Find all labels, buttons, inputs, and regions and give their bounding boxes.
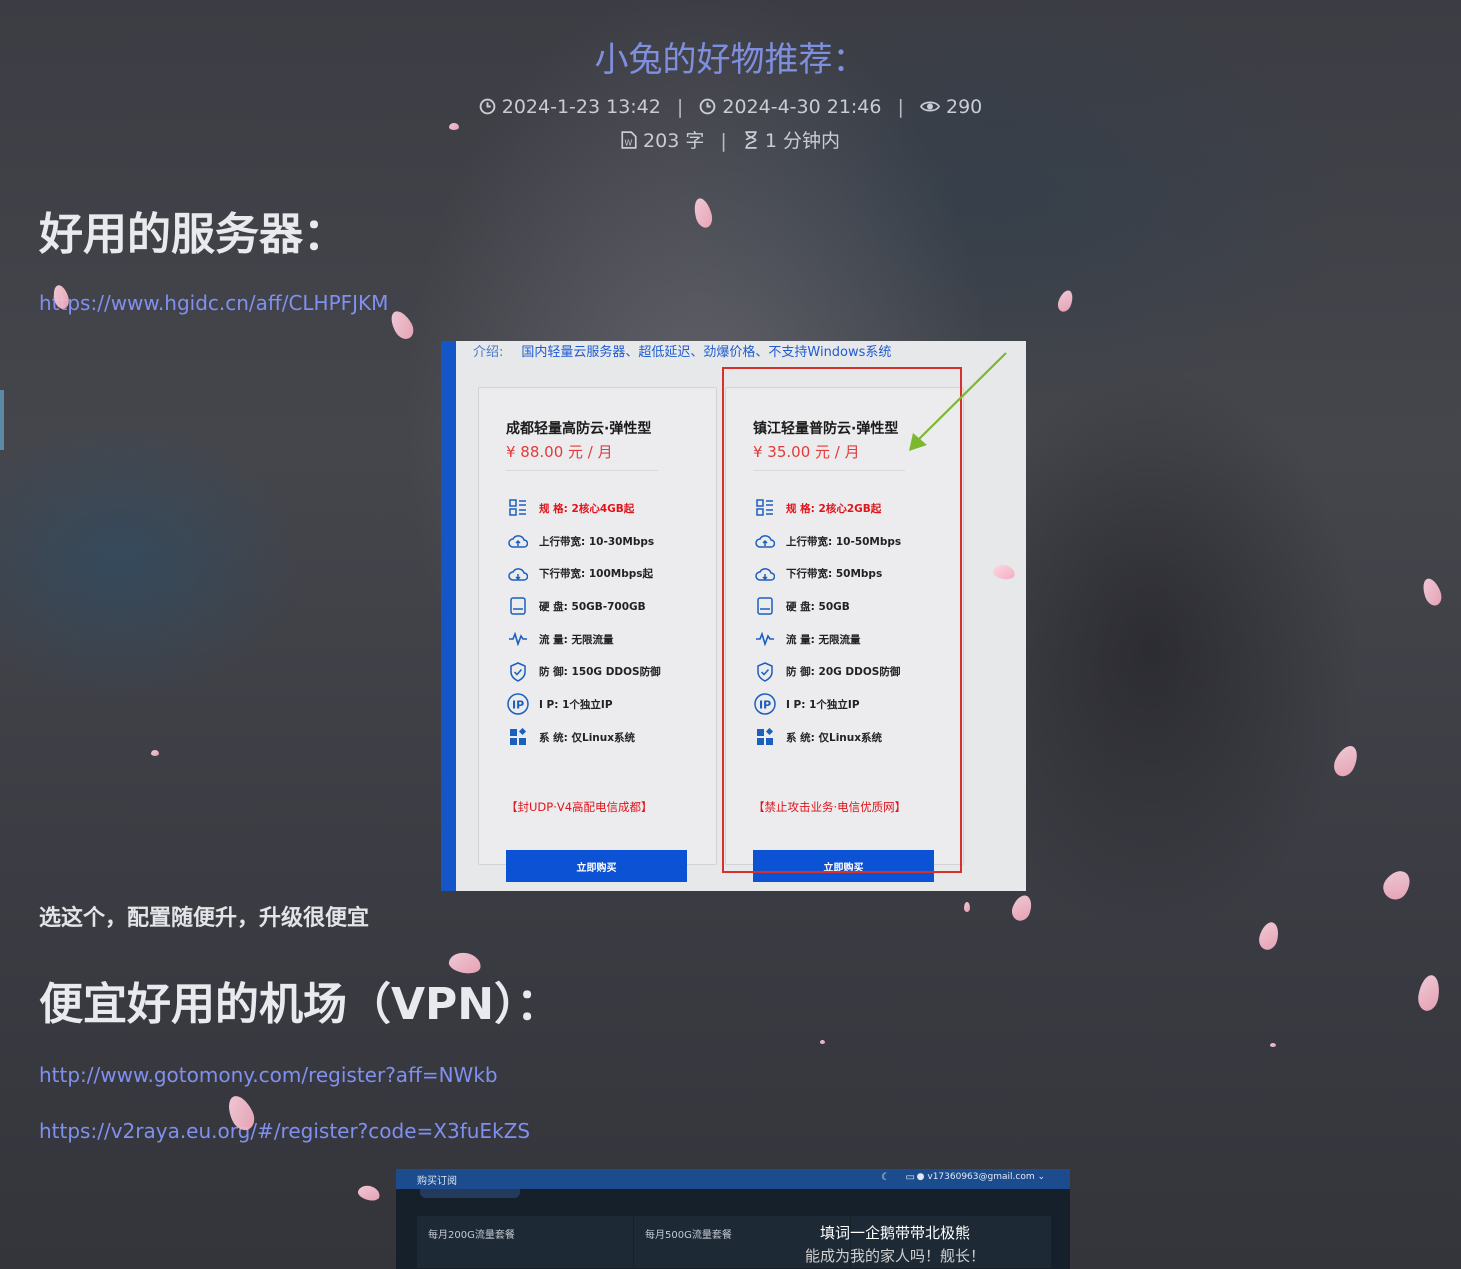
product-card-chengdu: 成都轻量高防云·弹性型 ¥ 88.00 元 / 月 规 格: 2核心4GB起 上…: [478, 387, 717, 882]
shield-icon: [507, 661, 529, 683]
tab-pill: [420, 1189, 520, 1198]
spec-text: 系 统: 仅Linux系统: [539, 731, 636, 744]
spec-list: 规 格: 2核心4GB起 上行带宽: 10-30Mbps 下行带宽: 100Mb…: [507, 492, 661, 754]
updated-date: 2024-4-30 21:46: [722, 96, 882, 118]
clock-icon: [699, 98, 716, 120]
spec-text: 规 格: 2核心4GB起: [539, 502, 635, 515]
product-price: ¥ 88.00 元 / 月: [506, 443, 613, 461]
translate-icon: ▭: [905, 1172, 915, 1183]
server-product-screenshot: 介绍: 国内轻量云服务器、超低延迟、劲爆价格、不支持Windows系统 成都轻量高…: [441, 341, 1026, 891]
word-file-icon: W: [621, 131, 637, 154]
user-email-text: v17360963@gmail.com: [927, 1172, 1035, 1182]
spec-grid-icon: [507, 497, 529, 519]
svg-text:IP: IP: [512, 699, 524, 712]
cloud-download-icon: [507, 563, 529, 585]
spec-text: 硬 盘: 50GB-700GB: [539, 600, 646, 613]
spec-row: 规 格: 2核心4GB起: [507, 492, 661, 525]
sakura-petal: [691, 196, 715, 230]
hourglass-icon: [743, 131, 759, 154]
section-heading-vpn: 便宜好用的机场（VPN）：: [39, 979, 561, 1030]
plan-name: 每月200G流量套餐: [428, 1230, 515, 1241]
apps-icon: [507, 726, 529, 748]
spec-text: 防 御: 150G DDOS防御: [539, 666, 661, 679]
plan-name: 每月500G流量套餐: [645, 1230, 732, 1241]
intro-label: 介绍:: [473, 345, 504, 360]
chat-line-2: 能成为我的家人吗！舰长！: [804, 1247, 985, 1265]
sakura-petal: [1270, 1043, 1276, 1047]
server-aff-link[interactable]: https://www.hgidc.cn/aff/CLHPFJKM: [39, 291, 388, 315]
divider: [506, 470, 658, 471]
sakura-petal: [449, 123, 459, 130]
pulse-icon: [507, 628, 529, 650]
sakura-petal: [820, 1040, 825, 1044]
disk-icon: [507, 595, 529, 617]
ip-icon: IP: [507, 693, 529, 716]
sakura-petal: [1009, 892, 1035, 924]
clock-icon: [479, 98, 496, 120]
meta-separator: |: [897, 96, 904, 118]
sakura-petal: [1416, 973, 1442, 1013]
sidebar-edge: [441, 341, 456, 891]
read-time: 1 分钟内: [764, 130, 840, 152]
product-intro: 介绍: 国内轻量云服务器、超低延迟、劲爆价格、不支持Windows系统: [473, 341, 891, 360]
vpn-link-1[interactable]: http://www.gotomony.com/register?aff=NWk…: [39, 1063, 498, 1087]
mascot-chat-bubble: 填词一企鹅带带北极熊 能成为我的家人吗！舰长！: [790, 1222, 1000, 1266]
sakura-petal: [1330, 742, 1362, 780]
arrow-annotation-icon: [909, 352, 1007, 451]
plan-card[interactable]: 每月200G流量套餐: [417, 1216, 633, 1268]
vpn-link-2[interactable]: https://v2raya.eu.org/#/register?code=X3…: [39, 1119, 530, 1143]
word-count: 203 字: [643, 130, 705, 152]
spec-text: 上行带宽: 10-30Mbps: [539, 535, 655, 548]
created-date: 2024-1-23 13:42: [501, 96, 661, 118]
intro-text: 国内轻量云服务器、超低延迟、劲爆价格、不支持Windows系统: [521, 345, 892, 360]
spec-row: 硬 盘: 50GB-700GB: [507, 590, 661, 623]
spec-row: 流 量: 无限流量: [507, 623, 661, 656]
view-count: 290: [945, 96, 983, 118]
spec-row: 下行带宽: 100Mbps起: [507, 557, 661, 590]
dashboard-title: 购买订阅: [417, 1176, 457, 1187]
sakura-petal: [1055, 288, 1076, 314]
post-meta-row-2: W 203 字 | 1 分钟内: [0, 126, 1461, 154]
buy-now-button[interactable]: 立即购买: [506, 850, 687, 882]
cloud-upload-icon: [507, 530, 529, 552]
sakura-petal: [386, 307, 418, 343]
post-meta-row-1: 2024-1-23 13:42 | 2024-4-30 21:46 | 290: [0, 96, 1461, 120]
spec-row: 系 统: 仅Linux系统: [507, 721, 661, 754]
user-icon: ●: [916, 1172, 925, 1182]
post-title: 小兔的好物推荐：: [594, 40, 867, 80]
sakura-petal: [964, 902, 970, 912]
recommendation-text: 选这个，配置随便升，升级很便宜: [39, 906, 370, 931]
meta-separator: |: [720, 130, 727, 152]
user-email: ● v17360963@gmail.com ⌄: [916, 1172, 1045, 1182]
spec-row: 防 御: 150G DDOS防御: [507, 655, 661, 688]
sakura-petal: [1419, 576, 1445, 608]
product-note: 【封UDP·V4高配电信成都】: [506, 800, 653, 814]
svg-text:W: W: [625, 139, 633, 148]
sakura-petal: [1378, 865, 1416, 905]
section-heading-servers: 好用的服务器：: [39, 209, 347, 260]
eye-icon: [919, 98, 941, 120]
spec-row: IP I P: 1个独立IP: [507, 688, 661, 721]
spec-text: 下行带宽: 100Mbps起: [539, 568, 654, 581]
sakura-petal: [151, 750, 159, 756]
moon-icon: ☾: [881, 1172, 890, 1183]
spec-text: I P: 1个独立IP: [539, 698, 613, 711]
post-content: 小兔的好物推荐： 2024-1-23 13:42 | 2024-4-30 21:…: [0, 0, 1461, 1269]
spec-text: 流 量: 无限流量: [539, 633, 614, 646]
chat-line-1: 填词一企鹅带带北极熊: [819, 1224, 970, 1242]
sakura-petal: [1256, 920, 1282, 952]
sakura-petal: [356, 1183, 382, 1203]
meta-separator: |: [676, 96, 684, 118]
spec-row: 上行带宽: 10-30Mbps: [507, 525, 661, 558]
product-name: 成都轻量高防云·弹性型: [506, 421, 652, 437]
